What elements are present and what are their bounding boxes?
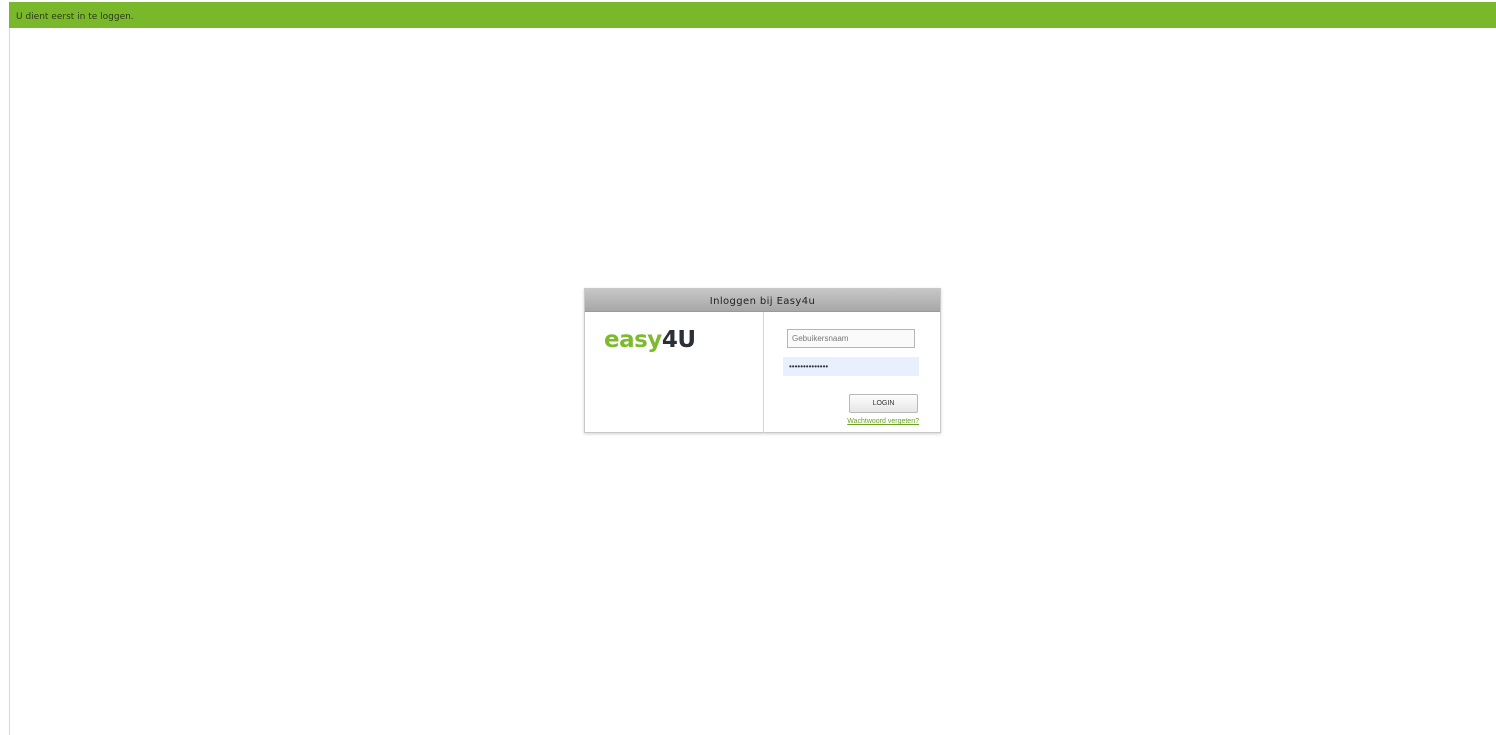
logo-text-easy: easy bbox=[604, 327, 662, 353]
login-dialog-body: easy4U LOGIN Wachtwoord vergeten? bbox=[585, 312, 940, 433]
username-input[interactable] bbox=[787, 329, 915, 348]
logo-text-4u: 4U bbox=[661, 327, 696, 353]
login-button[interactable]: LOGIN bbox=[849, 394, 918, 413]
notice-bar: U dient eerst in te loggen. bbox=[9, 2, 1496, 28]
login-dialog-title: Inloggen bij Easy4u bbox=[709, 296, 816, 307]
login-dialog: Inloggen bij Easy4u easy4U LOGIN Wachtwo… bbox=[584, 288, 941, 433]
notice-message: U dient eerst in te loggen. bbox=[16, 12, 134, 22]
login-dialog-header: Inloggen bij Easy4u bbox=[585, 289, 940, 312]
page-left-border bbox=[9, 28, 10, 735]
login-divider bbox=[763, 312, 764, 433]
page: U dient eerst in te loggen. Inloggen bij… bbox=[0, 0, 1496, 735]
password-input[interactable] bbox=[783, 357, 919, 376]
forgot-password-link[interactable]: Wachtwoord vergeten? bbox=[819, 418, 919, 425]
easy4u-logo: easy4U bbox=[604, 326, 696, 354]
